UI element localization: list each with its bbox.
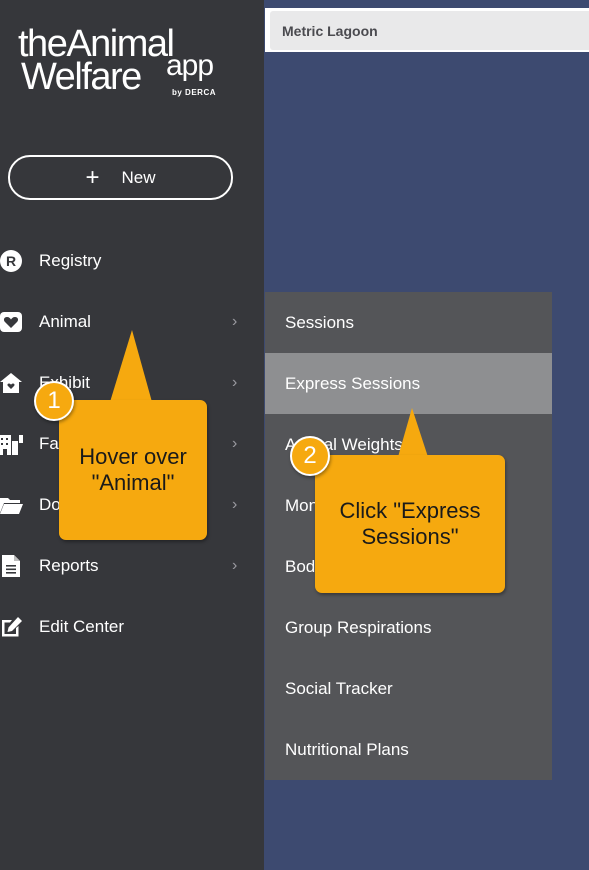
sidebar-item-label: Edit Center xyxy=(39,617,125,636)
submenu-item-nutritional-plans[interactable]: Nutritional Plans xyxy=(265,719,552,780)
chevron-right-icon: › xyxy=(232,496,238,513)
folder-icon xyxy=(0,492,24,518)
building-icon xyxy=(0,431,24,457)
report-document-icon xyxy=(0,553,24,579)
callout-2-badge: 2 xyxy=(290,436,330,476)
submenu-item-express-sessions[interactable]: Express Sessions xyxy=(265,353,552,414)
chevron-right-icon: › xyxy=(232,374,238,391)
logo-line-3: app xyxy=(166,49,214,82)
location-selector[interactable]: Metric Lagoon xyxy=(270,11,589,50)
app-logo[interactable]: theAnimal Welfare app by DERCA xyxy=(18,24,248,102)
top-bar: Metric Lagoon xyxy=(265,8,589,52)
callout-1: Hover over "Animal" xyxy=(59,400,207,540)
heart-icon xyxy=(0,309,24,335)
sidebar-item-reports[interactable]: Reports › xyxy=(0,546,264,586)
sidebar-item-registry[interactable]: R Registry xyxy=(0,241,264,281)
logo-line-2: Welfare xyxy=(21,56,142,98)
sidebar-item-label: Registry xyxy=(39,251,102,270)
new-button[interactable]: + New xyxy=(8,155,233,200)
logo-byline: by DERCA xyxy=(172,88,217,97)
callout-2-pointer xyxy=(398,408,428,457)
sidebar-item-label: Animal xyxy=(39,312,91,331)
sidebar-item-edit-center[interactable]: Edit Center xyxy=(0,607,264,647)
callout-2-text: Click "Express Sessions" xyxy=(339,498,481,549)
callout-1-text: Hover over "Animal" xyxy=(79,444,187,495)
svg-text:R: R xyxy=(6,253,16,269)
edit-icon xyxy=(0,614,24,640)
new-button-label: New xyxy=(121,167,156,187)
callout-1-badge: 1 xyxy=(34,381,74,421)
exhibit-home-icon xyxy=(0,370,24,396)
sidebar-item-label: Reports xyxy=(39,556,99,575)
callout-2: Click "Express Sessions" xyxy=(315,455,505,593)
submenu-item-sessions[interactable]: Sessions xyxy=(265,292,552,353)
submenu-item-social-tracker[interactable]: Social Tracker xyxy=(265,658,552,719)
chevron-right-icon: › xyxy=(232,557,238,574)
plus-icon: + xyxy=(85,163,100,191)
chevron-right-icon: › xyxy=(232,435,238,452)
chevron-right-icon: › xyxy=(232,313,238,330)
registry-r-icon: R xyxy=(0,248,24,274)
submenu-item-group-respirations[interactable]: Group Respirations xyxy=(265,597,552,658)
